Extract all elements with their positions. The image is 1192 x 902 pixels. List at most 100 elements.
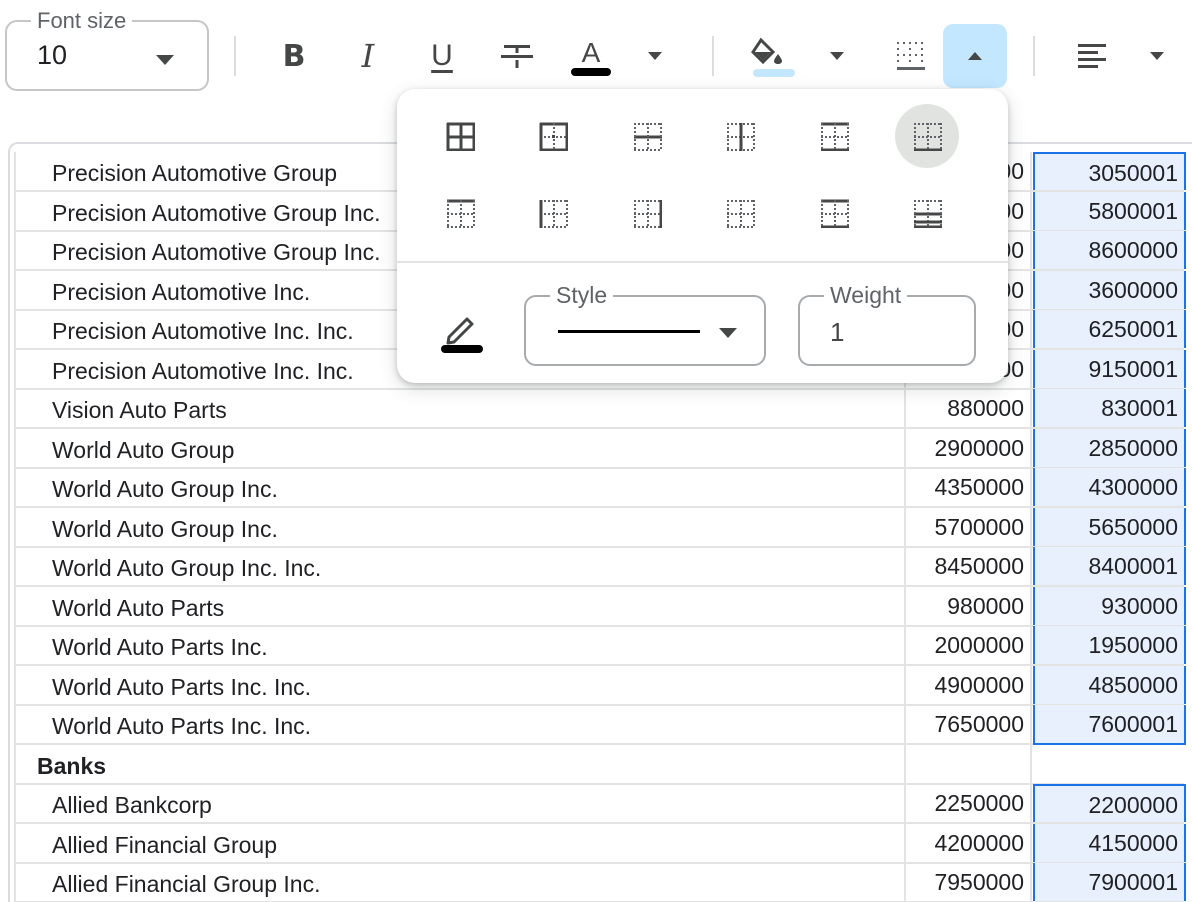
bottom-border-option[interactable]	[802, 181, 866, 245]
company-name-cell[interactable]: Precision Automotive Group Inc.	[52, 239, 381, 266]
right-border-option[interactable]	[615, 181, 679, 245]
selected-value-cell[interactable]: 2200000	[1033, 784, 1186, 822]
value-cell[interactable]: 2900000	[904, 428, 1032, 467]
strikethrough-button[interactable]	[493, 24, 541, 88]
company-name-cell[interactable]: Precision Automotive Inc. Inc.	[52, 358, 354, 385]
selected-value-cell[interactable]: 3050001	[1033, 152, 1186, 190]
left-border-option[interactable]	[521, 181, 585, 245]
value-cell[interactable]: 2250000	[904, 784, 1032, 822]
selected-value-cell[interactable]: 8600000	[1033, 231, 1186, 269]
selected-value-cell[interactable]: 4300000	[1033, 468, 1186, 506]
borders-dropdown-button[interactable]	[943, 24, 1007, 88]
borders-button[interactable]	[889, 24, 933, 88]
value-cell[interactable]: 8450000	[904, 547, 1032, 585]
value-cell[interactable]: 4350000	[904, 468, 1032, 506]
selected-value-cell[interactable]: 6250001	[1033, 310, 1186, 348]
company-name-cell[interactable]: Allied Financial Group	[52, 832, 277, 859]
selected-value-cell[interactable]: 7900001	[1033, 863, 1186, 901]
company-name-cell[interactable]: World Auto Parts Inc.	[52, 634, 268, 661]
value-cell[interactable]: 7650000	[904, 705, 1032, 743]
border-color-button[interactable]	[439, 311, 485, 353]
value-cell[interactable]: 880000	[904, 389, 1032, 427]
fill-color-button[interactable]	[745, 24, 801, 88]
company-name-cell[interactable]: Precision Automotive Inc. Inc.	[52, 318, 354, 345]
company-name-cell[interactable]: Vision Auto Parts	[52, 397, 227, 424]
no-borders-option[interactable]	[708, 181, 772, 245]
underline-button[interactable]: U	[418, 24, 466, 88]
company-name-cell[interactable]: World Auto Group Inc. Inc.	[52, 555, 321, 582]
company-name-cell[interactable]: Precision Automotive Group	[52, 160, 337, 187]
text-color-button[interactable]: A	[567, 24, 615, 88]
value-cell[interactable]: 980000	[904, 586, 1032, 625]
toolbar-divider	[712, 36, 714, 76]
group-label[interactable]: Banks	[37, 753, 106, 780]
inner-borders-option[interactable]	[521, 104, 585, 168]
fill-color-dropdown[interactable]	[822, 24, 852, 88]
text-color-icon: A	[581, 36, 601, 68]
caret-down-icon	[830, 52, 844, 60]
selected-value-cell[interactable]: 1950000	[1033, 626, 1186, 664]
align-button[interactable]	[1070, 24, 1114, 88]
style-label: Style	[550, 283, 614, 307]
company-name-cell[interactable]: Allied Bankcorp	[52, 792, 212, 819]
value-cell[interactable]: 4200000	[904, 823, 1032, 862]
selected-value-cell[interactable]: 4850000	[1033, 665, 1186, 704]
company-name-cell[interactable]: Precision Automotive Group Inc.	[52, 200, 381, 227]
bold-button[interactable]: B	[270, 24, 318, 88]
top-border-option[interactable]	[428, 181, 492, 245]
text-color-dropdown[interactable]	[640, 24, 670, 88]
company-name-cell[interactable]: Allied Financial Group Inc.	[52, 871, 320, 898]
bottom-double-border-option[interactable]	[895, 181, 959, 245]
selected-value-cell[interactable]: 7600001	[1033, 705, 1186, 745]
top-border-icon	[447, 199, 475, 228]
selected-value-cell[interactable]	[1033, 745, 1186, 783]
selected-value-cell[interactable]: 3600000	[1033, 270, 1186, 309]
caret-down-icon	[1150, 52, 1164, 60]
vertical-borders-option[interactable]	[708, 104, 772, 168]
borders-icon	[897, 42, 925, 70]
caret-down-icon	[648, 52, 662, 60]
company-name-cell[interactable]: World Auto Group Inc.	[52, 476, 278, 503]
popup-divider	[397, 261, 1008, 263]
all-borders-option[interactable]	[428, 104, 492, 168]
font-size-select[interactable]: Font size 10	[5, 9, 209, 91]
border-weight-field[interactable]: Weight 1	[798, 283, 976, 366]
horizontal-borders-option[interactable]	[615, 104, 679, 168]
vertical-borders-icon	[727, 123, 755, 151]
table-row: World Auto Group Inc. 4350000 4300000	[14, 468, 1186, 508]
value-cell[interactable]	[904, 744, 1032, 783]
company-name-cell[interactable]: World Auto Group Inc.	[52, 516, 278, 543]
italic-button[interactable]: I	[344, 24, 392, 88]
toolbar-divider	[1033, 36, 1035, 76]
align-left-icon	[1078, 44, 1106, 68]
strikethrough-icon	[501, 45, 533, 68]
company-name-cell[interactable]: World Auto Group	[52, 437, 234, 464]
value-cell[interactable]: 4900000	[904, 665, 1032, 704]
company-name-cell[interactable]: World Auto Parts Inc. Inc.	[52, 674, 311, 701]
selected-value-cell[interactable]: 830001	[1033, 389, 1186, 427]
value-cell[interactable]: 7950000	[904, 863, 1032, 901]
border-style-select[interactable]: Style	[524, 283, 766, 366]
selected-value-cell[interactable]: 5800001	[1033, 191, 1186, 230]
value-cell[interactable]: 5700000	[904, 507, 1032, 546]
company-name-cell[interactable]: World Auto Parts	[52, 595, 224, 622]
value-cell[interactable]: 2000000	[904, 626, 1032, 664]
bottom-double-border-icon	[914, 200, 942, 228]
company-name-cell[interactable]: Precision Automotive Inc.	[52, 279, 310, 306]
bottom-border-icon	[821, 199, 849, 228]
selected-value-cell[interactable]: 4150000	[1033, 823, 1186, 862]
table-row: Allied Bankcorp 2250000 2200000	[14, 784, 1186, 824]
table-row: World Auto Parts 980000 930000	[14, 586, 1186, 627]
clear-borders-option[interactable]	[895, 104, 959, 168]
selected-value-cell[interactable]: 8400001	[1033, 547, 1186, 585]
table-row: World Auto Group Inc. Inc. 8450000 8400001	[14, 547, 1186, 587]
outer-borders-option[interactable]	[802, 104, 866, 168]
selected-value-cell[interactable]: 930000	[1033, 586, 1186, 625]
align-dropdown[interactable]	[1142, 24, 1172, 88]
company-name-cell[interactable]: World Auto Parts Inc. Inc.	[52, 713, 311, 740]
selected-value-cell[interactable]: 5650000	[1033, 507, 1186, 546]
selected-value-cell[interactable]: 9150001	[1033, 349, 1186, 388]
selected-value-cell[interactable]: 2850000	[1033, 428, 1186, 467]
table-row: World Auto Group 2900000 2850000	[14, 428, 1186, 469]
table-row: World Auto Parts Inc. Inc. 7650000 7600001	[14, 705, 1186, 745]
